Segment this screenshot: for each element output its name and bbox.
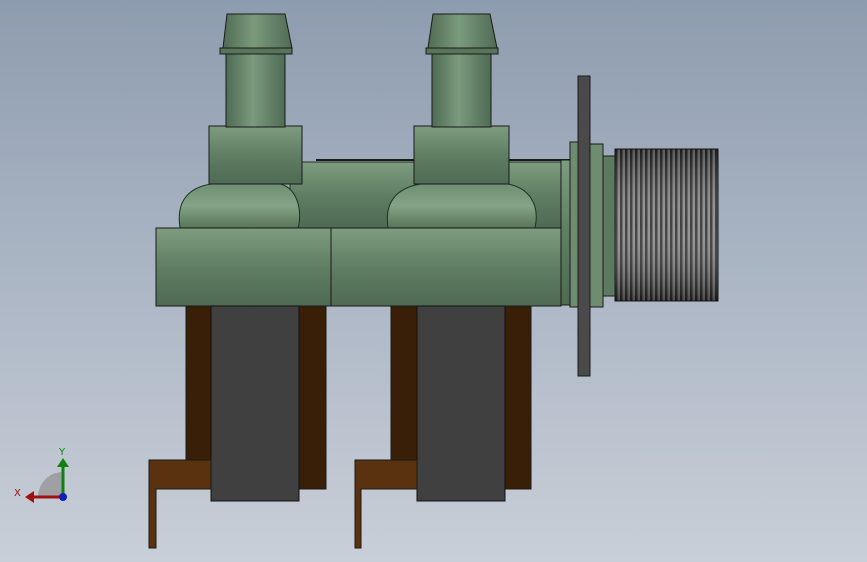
left-outlet [208, 13, 303, 185]
inlet-fitting [560, 75, 719, 377]
right-bulb [386, 182, 537, 229]
valve-base-block [155, 227, 562, 307]
cad-viewport[interactable]: Y X [0, 0, 867, 562]
right-solenoid [354, 305, 532, 549]
axis-triad: Y X [14, 447, 69, 503]
triad-plane [38, 472, 63, 497]
y-axis-label: Y [58, 447, 66, 458]
x-axis-label: X [14, 488, 21, 499]
left-solenoid [148, 305, 327, 549]
right-outlet [413, 13, 510, 185]
valve-model: Y X [14, 13, 719, 549]
z-axis-dot [59, 493, 67, 501]
